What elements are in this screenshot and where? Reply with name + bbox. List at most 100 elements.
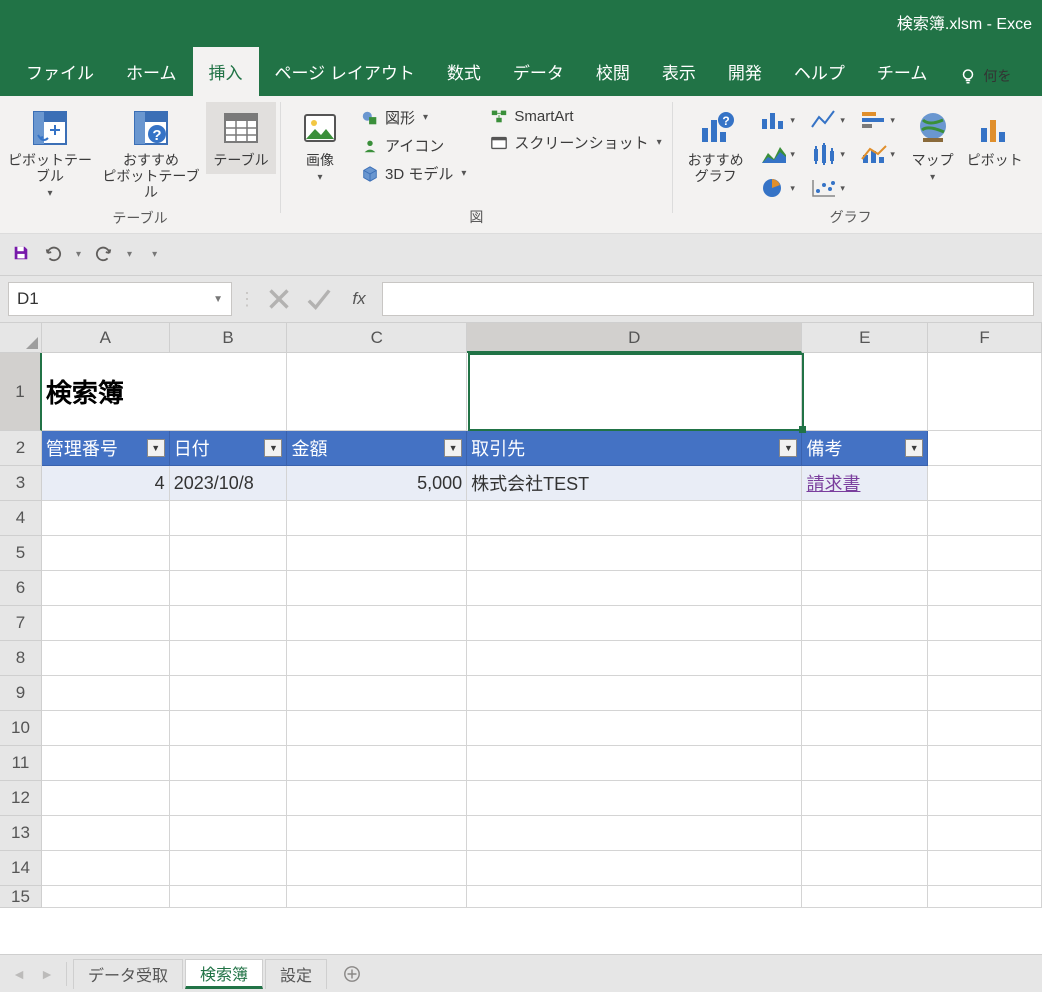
table-header-amount[interactable]: 金額▼ [287, 431, 467, 466]
sheet-tab-search[interactable]: 検索簿 [185, 959, 263, 989]
rowhead-6[interactable]: 6 [0, 571, 42, 606]
cell-C4[interactable] [287, 501, 467, 536]
cell-E13[interactable] [802, 816, 928, 851]
cell-B4[interactable] [170, 501, 288, 536]
rowhead-1[interactable]: 1 [0, 353, 42, 431]
cell-C1[interactable] [287, 353, 467, 431]
tab-team[interactable]: チーム [861, 47, 944, 96]
recommended-charts-button[interactable]: ? おすすめ グラフ [677, 102, 755, 190]
filter-dropdown-icon[interactable]: ▼ [444, 439, 462, 457]
cell-E6[interactable] [802, 571, 928, 606]
cell-A8[interactable] [42, 641, 170, 676]
3d-models-button[interactable]: 3D モデル ▾ [355, 160, 472, 187]
cell-E4[interactable] [802, 501, 928, 536]
table-header-note[interactable]: 備考▼ [802, 431, 928, 466]
cell-B6[interactable] [170, 571, 288, 606]
cell-B8[interactable] [170, 641, 288, 676]
filter-dropdown-icon[interactable]: ▼ [264, 439, 282, 457]
cell-D10[interactable] [467, 711, 802, 746]
sheet-nav-prev[interactable]: ◄ [6, 961, 32, 987]
recommended-pivot-button[interactable]: ? おすすめ ピボットテーブル [96, 102, 206, 206]
cancel-formula-button[interactable] [262, 282, 296, 316]
formula-input[interactable] [382, 282, 1034, 316]
cell-D15[interactable] [467, 886, 802, 908]
cell-C13[interactable] [287, 816, 467, 851]
save-button[interactable] [12, 244, 30, 265]
pie-chart-button[interactable]: ▾ [755, 172, 801, 204]
cell-C11[interactable] [287, 746, 467, 781]
shapes-button[interactable]: 図形 ▾ [355, 104, 472, 131]
tab-data[interactable]: データ [497, 47, 580, 96]
rowhead-10[interactable]: 10 [0, 711, 42, 746]
filter-dropdown-icon[interactable]: ▼ [147, 439, 165, 457]
tab-pagelayout[interactable]: ページ レイアウト [259, 47, 431, 96]
colhead-E[interactable]: E [802, 323, 928, 353]
cell-C12[interactable] [287, 781, 467, 816]
rowhead-15[interactable]: 15 [0, 886, 42, 908]
colhead-D[interactable]: D [467, 323, 802, 353]
tell-me[interactable]: 何を [951, 56, 1019, 96]
redo-dropdown[interactable]: ▾ [127, 249, 132, 260]
rowhead-8[interactable]: 8 [0, 641, 42, 676]
tab-view[interactable]: 表示 [646, 47, 712, 96]
sheet-tab-settings[interactable]: 設定 [265, 959, 327, 989]
cell-B11[interactable] [170, 746, 288, 781]
cell-F12[interactable] [928, 781, 1042, 816]
cell-B15[interactable] [170, 886, 288, 908]
qat-customize[interactable]: ▾ [152, 249, 157, 260]
rowhead-14[interactable]: 14 [0, 851, 42, 886]
tab-review[interactable]: 校閲 [580, 47, 646, 96]
cell-E7[interactable] [802, 606, 928, 641]
tab-formulas[interactable]: 数式 [431, 47, 497, 96]
cell-C15[interactable] [287, 886, 467, 908]
cell-D6[interactable] [467, 571, 802, 606]
cell-D9[interactable] [467, 676, 802, 711]
name-box[interactable]: D1 ▼ [8, 282, 232, 316]
tab-developer[interactable]: 開発 [712, 47, 778, 96]
insert-function-button[interactable]: fx [342, 282, 376, 316]
cell-B7[interactable] [170, 606, 288, 641]
cell-A7[interactable] [42, 606, 170, 641]
filter-dropdown-icon[interactable]: ▼ [779, 439, 797, 457]
cell-A15[interactable] [42, 886, 170, 908]
cell-B10[interactable] [170, 711, 288, 746]
cell-A5[interactable] [42, 536, 170, 571]
cell-C8[interactable] [287, 641, 467, 676]
colhead-B[interactable]: B [170, 323, 288, 353]
table-header-id[interactable]: 管理番号▼ [42, 431, 170, 466]
cell-F1[interactable] [928, 353, 1042, 431]
cell-D11[interactable] [467, 746, 802, 781]
cell-A4[interactable] [42, 501, 170, 536]
colhead-C[interactable]: C [287, 323, 467, 353]
scatter-chart-button[interactable]: ▾ [805, 172, 851, 204]
line-chart-button[interactable]: ▾ [805, 104, 851, 136]
bar-chart-button[interactable]: ▾ [855, 104, 901, 136]
cell-F5[interactable] [928, 536, 1042, 571]
cell-F13[interactable] [928, 816, 1042, 851]
rowhead-9[interactable]: 9 [0, 676, 42, 711]
cell-F6[interactable] [928, 571, 1042, 606]
combo-chart-button[interactable]: ▾ [855, 138, 901, 170]
cell-A12[interactable] [42, 781, 170, 816]
area-chart-button[interactable]: ▾ [755, 138, 801, 170]
cell-B12[interactable] [170, 781, 288, 816]
cell-B5[interactable] [170, 536, 288, 571]
picture-button[interactable]: 画像 ▾ [285, 102, 355, 190]
cell-C9[interactable] [287, 676, 467, 711]
cell-date[interactable]: 2023/10/8 [170, 466, 288, 501]
smartart-button[interactable]: SmartArt [484, 104, 667, 128]
cell-A9[interactable] [42, 676, 170, 711]
cell-E1[interactable] [802, 353, 928, 431]
cell-D4[interactable] [467, 501, 802, 536]
table-button[interactable]: テーブル [206, 102, 276, 174]
cell-B13[interactable] [170, 816, 288, 851]
redo-button[interactable] [95, 244, 113, 265]
icons-button[interactable]: アイコン [355, 132, 472, 159]
cell-A6[interactable] [42, 571, 170, 606]
cell-amount[interactable]: 5,000 [287, 466, 467, 501]
cell-D14[interactable] [467, 851, 802, 886]
cell-F2[interactable] [928, 431, 1042, 466]
cell-note-link[interactable]: 請求書 [802, 466, 928, 501]
cell-D7[interactable] [467, 606, 802, 641]
pivotchart-button[interactable]: ピボット [965, 102, 1025, 174]
